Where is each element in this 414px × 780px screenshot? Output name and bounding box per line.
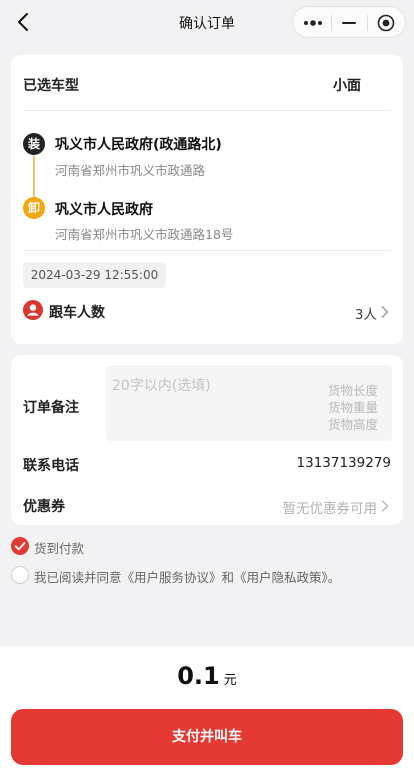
cod-checkbox[interactable] — [11, 537, 29, 555]
chevron-right-icon[interactable] — [381, 500, 389, 512]
nav-bar: 确认订单 — [0, 0, 414, 44]
price-amount: 0.1 — [177, 662, 220, 690]
checkmark-icon — [14, 542, 26, 551]
passengers-value[interactable]: 3人 — [355, 303, 377, 323]
start-address-detail: 河南省郑州市巩义市政通路 — [55, 163, 206, 178]
capsule-divider — [331, 15, 332, 31]
remark-placeholder: 20字以内(选填) — [112, 378, 211, 394]
schedule-time[interactable]: 2024-03-29 12:55:00 — [23, 262, 166, 288]
close-target-icon[interactable] — [377, 14, 395, 32]
chevron-right-icon[interactable] — [381, 306, 389, 318]
minimize-icon[interactable] — [342, 22, 356, 24]
coupon-value[interactable]: 暂无优惠券可用 — [283, 497, 378, 517]
remark-label: 订单备注 — [23, 400, 79, 416]
mini-program-capsule — [292, 6, 406, 38]
cargo-height-label: 货物高度 — [327, 417, 378, 432]
agreement-checkbox[interactable] — [11, 566, 29, 584]
unload-badge-icon: 卸 — [23, 197, 45, 219]
order-info-card: 已选车型 小面 装 巩义市人民政府(政通路北) 河南省郑州市巩义市政通路 卸 巩… — [11, 55, 403, 344]
load-badge-icon: 装 — [23, 133, 45, 155]
passengers-label: 跟车人数 — [49, 305, 105, 321]
contact-phone[interactable]: 13137139279 — [297, 455, 391, 471]
pay-and-call-button[interactable]: 支付并叫车 — [11, 709, 403, 765]
route-line — [33, 156, 35, 198]
vehicle-type-value[interactable]: 小面 — [333, 75, 361, 95]
start-address-title[interactable]: 巩义市人民政府(政通路北) — [55, 134, 222, 154]
order-extra-card: 订单备注 20字以内(选填) 货物长度 货物重量 货物高度 联系电话 13137… — [11, 355, 403, 525]
divider — [23, 110, 391, 111]
coupon-label: 优惠券 — [23, 499, 65, 515]
remark-input[interactable]: 20字以内(选填) 货物长度 货物重量 货物高度 — [106, 365, 392, 441]
more-options-icon[interactable] — [303, 16, 323, 30]
cod-label: 货到付款 — [34, 541, 85, 556]
divider — [23, 250, 391, 251]
end-address-detail: 河南省郑州市巩义市政通路18号 — [55, 227, 234, 242]
capsule-divider — [367, 15, 368, 31]
agreement-text[interactable]: 我已阅读并同意《用户服务协议》和《用户隐私政策》。 — [34, 567, 340, 586]
vehicle-type-label: 已选车型 — [23, 78, 79, 94]
contact-label: 联系电话 — [23, 458, 79, 474]
price-unit: 元 — [223, 673, 237, 688]
end-address-title[interactable]: 巩义市人民政府 — [55, 199, 153, 219]
person-icon — [23, 300, 43, 320]
bottom-bar: 0.1 元 支付并叫车 — [0, 646, 414, 780]
total-price: 0.1 元 — [0, 662, 414, 690]
